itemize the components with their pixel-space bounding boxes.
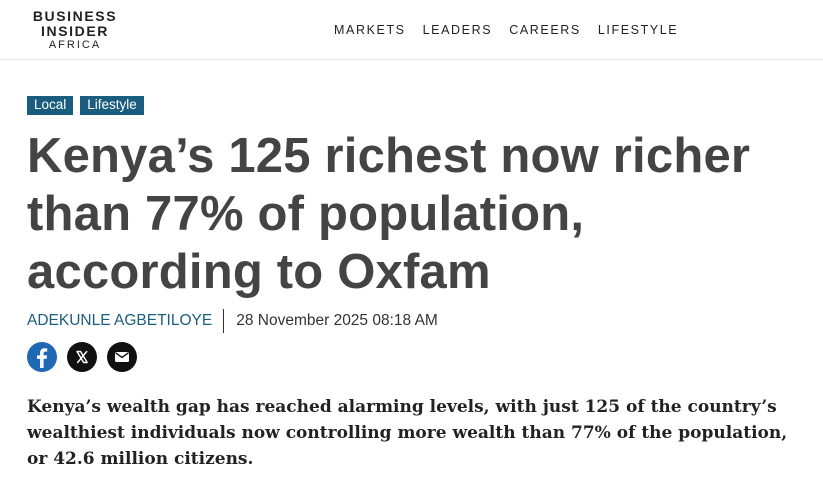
tag-local[interactable]: Local [27,96,74,115]
facebook-icon [37,348,48,368]
publish-date: 28 November 2025 08:18 AM [236,312,438,329]
site-header: BUSINESS INSIDER AFRICA MARKETS LEADERS … [0,0,823,60]
logo-line-1: BUSINESS [32,8,118,24]
email-icon [115,352,129,362]
author-link[interactable]: ADEKUNLE AGBETILOYE [27,310,223,332]
article-headline: Kenya’s 125 richest now richer than 77% … [27,129,751,299]
business-insider-africa-logo[interactable]: BUSINESS INSIDER AFRICA [31,9,119,51]
email-share-button[interactable] [107,342,137,372]
category-tags: Local Lifestyle [27,96,144,115]
nav-item-lifestyle[interactable]: LIFESTYLE [598,22,678,38]
logo-line-3: AFRICA [48,39,102,51]
share-buttons [27,342,137,372]
facebook-share-button[interactable] [27,342,57,372]
x-icon [76,350,88,364]
nav-item-careers[interactable]: CAREERS [509,22,581,38]
tag-lifestyle[interactable]: Lifestyle [80,96,144,115]
nav-item-markets[interactable]: MARKETS [334,22,406,38]
meta-divider [223,309,225,333]
nav-item-leaders[interactable]: LEADERS [423,22,493,38]
article-lede: Kenya’s wealth gap has reached alarming … [27,397,788,469]
main-nav: MARKETS LEADERS CAREERS LIFESTYLE [334,22,695,38]
logo-line-2: INSIDER [41,23,109,39]
x-share-button[interactable] [67,342,97,372]
article-meta: ADEKUNLE AGBETILOYE 28 November 2025 08:… [27,309,438,333]
